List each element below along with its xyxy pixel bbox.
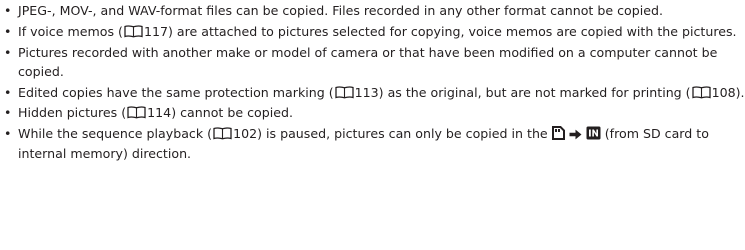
note-text: ). [735, 84, 745, 100]
bullet: • [4, 44, 12, 60]
right-arrow-icon [569, 129, 582, 140]
sd-card-icon [551, 126, 565, 141]
note-text: Edited copies have the same protection m… [18, 84, 334, 100]
page-reference[interactable]: 114 [147, 105, 171, 120]
list-item: • While the sequence playback ( 102) is p… [2, 124, 745, 163]
note-text: If voice memos ( [18, 23, 123, 39]
book-reference-icon [691, 86, 711, 99]
list-item: • Edited copies have the same protection… [2, 83, 745, 102]
bullet: • [4, 105, 12, 121]
note-text: ) is paused, pictures can only be copied… [257, 126, 548, 142]
note-text: Pictures recorded with another make or m… [18, 44, 718, 79]
note-text: ) are attached to pictures selected for … [168, 23, 737, 39]
page-reference[interactable]: 108 [712, 85, 736, 100]
bullet: • [4, 84, 12, 100]
list-item: • If voice memos ( 117) are attached to p… [2, 22, 745, 41]
note-text: ) as the original, but are not marked fo… [378, 84, 691, 100]
book-reference-icon [127, 106, 146, 119]
page-reference[interactable]: 113 [355, 85, 379, 100]
note-text: ) cannot be copied. [171, 105, 293, 121]
bullet: • [4, 3, 12, 18]
book-reference-icon [334, 86, 354, 99]
note-text: While the sequence playback ( [18, 126, 213, 142]
page-reference[interactable]: 102 [233, 126, 257, 141]
list-item: • JPEG-, MOV-, and WAV-format files can … [2, 1, 745, 20]
note-text: Hidden pictures ( [18, 105, 127, 121]
book-reference-icon [213, 127, 232, 140]
list-item: • Hidden pictures ( 114) cannot be copied… [2, 103, 745, 122]
page-reference[interactable]: 117 [144, 24, 168, 39]
note-text: JPEG-, MOV-, and WAV-format files can be… [18, 3, 663, 18]
notes-list: • JPEG-, MOV-, and WAV-format files can … [0, 0, 745, 163]
internal-memory-icon [586, 126, 601, 140]
bullet: • [4, 23, 12, 39]
book-reference-icon [124, 25, 143, 38]
bullet: • [4, 126, 12, 142]
list-item: • Pictures recorded with another make or… [2, 43, 745, 82]
